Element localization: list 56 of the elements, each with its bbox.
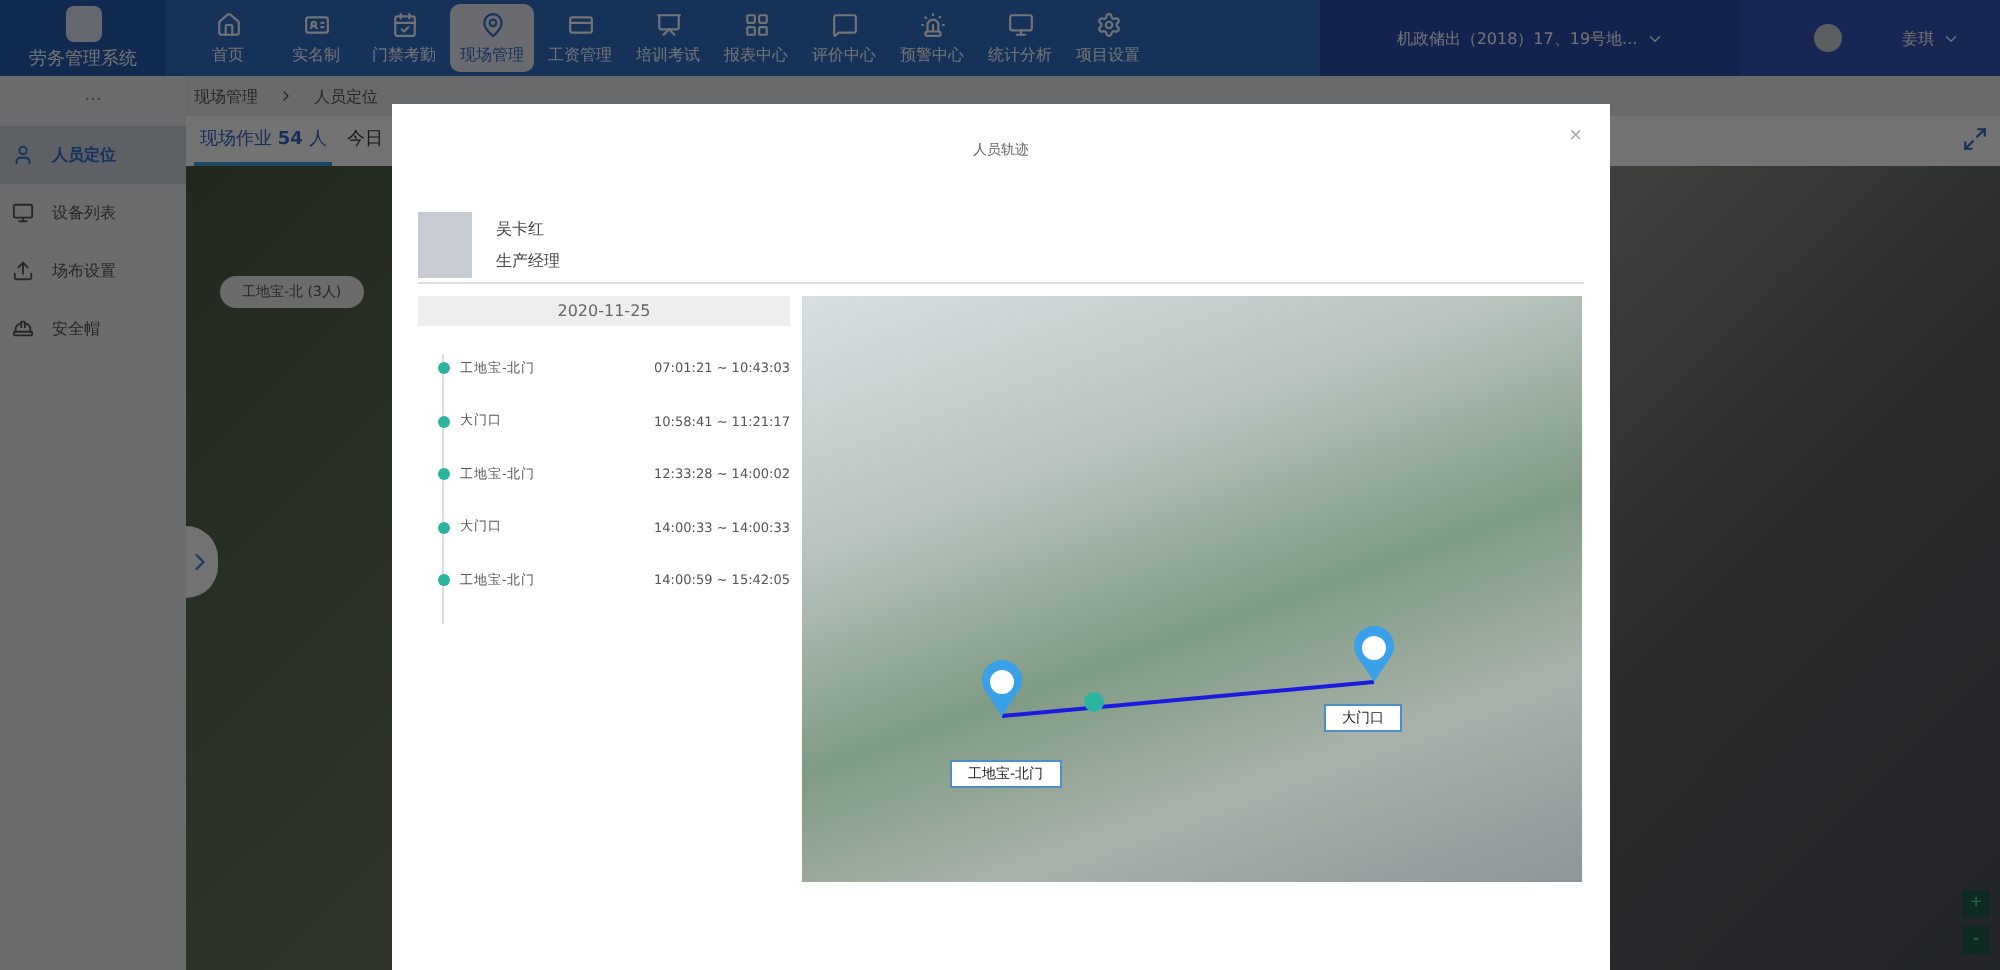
nav-tab[interactable]: 门禁考勤 — [362, 4, 446, 72]
nav-tab[interactable]: 工资管理 — [538, 4, 622, 72]
timeline-dot — [438, 362, 450, 375]
zoom-in-button[interactable]: + — [1962, 890, 1990, 918]
sidebar-icon — [12, 144, 34, 166]
nav-tab[interactable]: 评价中心 — [802, 4, 886, 72]
expand-panel-button[interactable] — [186, 526, 218, 598]
nav-icon — [391, 11, 417, 37]
nav-tab[interactable]: 统计分析 — [978, 4, 1062, 72]
user-menu[interactable]: 姜琪 — [1902, 27, 1934, 49]
nav-icon — [479, 11, 505, 37]
sidebar-item[interactable]: 人员定位 — [0, 126, 186, 184]
sidebar-item[interactable]: 场布设置 — [0, 242, 186, 300]
nav-icon — [831, 11, 857, 37]
photo-placeholder — [418, 212, 472, 278]
avatar-icon[interactable] — [1814, 24, 1842, 52]
nav-icon — [655, 11, 681, 37]
timeline-dot — [438, 521, 450, 534]
sidebar-item[interactable]: 安全帽 — [0, 300, 186, 358]
route-dot — [1084, 692, 1104, 712]
breadcrumb-link[interactable]: 人员定位 — [314, 85, 378, 107]
timeline-dot — [438, 468, 450, 481]
zoom-out-button[interactable]: - — [1962, 926, 1990, 954]
breadcrumb-link[interactable]: 现场管理 — [194, 85, 258, 107]
timeline-dot — [438, 415, 450, 428]
nav-icon — [215, 11, 241, 37]
nav-icon — [743, 11, 769, 37]
close-button[interactable]: × — [1563, 124, 1588, 148]
sidebar-icon — [12, 318, 34, 340]
person-name: 吴卡红 — [496, 218, 546, 240]
nav-icon — [567, 11, 593, 37]
nav-icon — [919, 11, 945, 37]
nav-icon — [1095, 11, 1121, 37]
tab[interactable]: 今日 — [340, 116, 389, 166]
fullscreen-icon[interactable] — [1962, 126, 1988, 152]
nav-tab[interactable]: 实名制 — [274, 4, 358, 72]
nav-tab[interactable]: 报表中心 — [714, 4, 798, 72]
more-icon[interactable]: ... — [0, 76, 186, 126]
sidebar-item[interactable]: 设备列表 — [0, 184, 186, 242]
nav-tab[interactable]: 项目设置 — [1066, 4, 1150, 72]
nav-icon — [1007, 11, 1033, 37]
date-header: 2020-11-25 — [418, 296, 790, 326]
separator-icon — [278, 88, 294, 104]
sidebar-icon — [12, 202, 34, 224]
map-pin-icon[interactable] — [982, 660, 1022, 716]
nav-icon — [303, 11, 329, 37]
person-role: 生产经理 — [496, 250, 560, 272]
nav-tab[interactable]: 首页 — [186, 4, 270, 72]
app-name: 劳务管理系统 — [29, 47, 137, 71]
sidebar-icon — [12, 260, 34, 282]
logo-icon — [65, 5, 101, 41]
project-selector[interactable]: 机政储出（2018）17、19号地... — [1320, 0, 1740, 76]
timeline-dot — [438, 574, 450, 587]
nav-tab[interactable]: 现场管理 — [450, 4, 534, 72]
nav-tab[interactable]: 培训考试 — [626, 4, 710, 72]
nav-tab[interactable]: 预警中心 — [890, 4, 974, 72]
